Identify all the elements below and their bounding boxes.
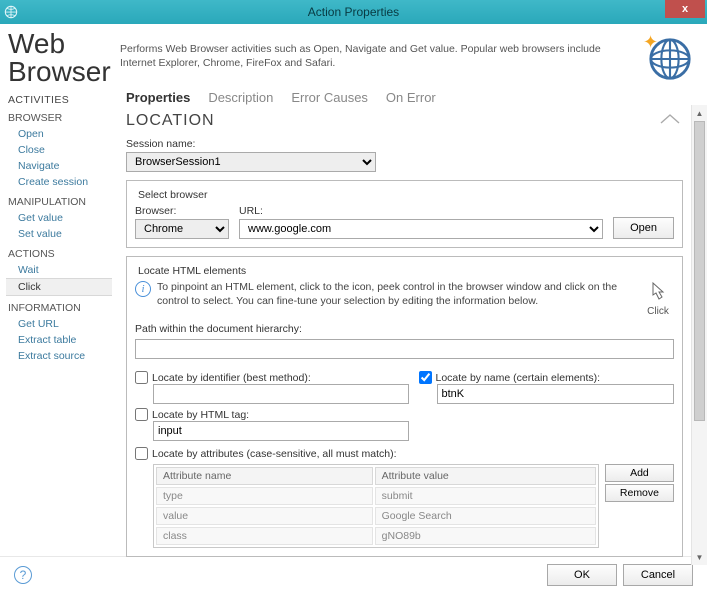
by-attr-checkbox[interactable] bbox=[135, 447, 148, 460]
by-name-input[interactable] bbox=[437, 384, 675, 404]
browser-label: Browser: bbox=[135, 205, 229, 217]
locate-legend: Locate HTML elements bbox=[135, 265, 249, 277]
sidebar-item-get-value[interactable]: Get value bbox=[8, 210, 112, 226]
locate-info-text: To pinpoint an HTML element, click to th… bbox=[157, 281, 636, 308]
tab-description[interactable]: Description bbox=[208, 90, 273, 105]
attr-value-header: Attribute value bbox=[375, 467, 596, 485]
click-picker[interactable]: Click bbox=[642, 281, 674, 317]
sidebar-group-label: INFORMATION bbox=[8, 302, 112, 314]
sidebar-item-create-session[interactable]: Create session bbox=[8, 174, 112, 190]
url-label: URL: bbox=[239, 205, 603, 217]
sparkle-icon: ✦ bbox=[643, 32, 658, 53]
sidebar-item-open[interactable]: Open bbox=[8, 126, 112, 142]
attributes-table: Attribute name Attribute value typesubmi… bbox=[153, 464, 599, 548]
click-label: Click bbox=[642, 306, 674, 317]
titlebar: Action Properties x bbox=[0, 0, 707, 24]
close-button[interactable]: x bbox=[665, 0, 705, 18]
tab-error-causes[interactable]: Error Causes bbox=[291, 90, 368, 105]
session-label: Session name: bbox=[126, 138, 683, 150]
sidebar-item-click[interactable]: Click bbox=[6, 278, 112, 296]
scroll-up-arrow[interactable]: ▲ bbox=[692, 105, 707, 121]
sidebar-item-extract-source[interactable]: Extract source bbox=[8, 348, 112, 364]
sidebar-item-set-value[interactable]: Set value bbox=[8, 226, 112, 242]
by-tag-label: Locate by HTML tag: bbox=[152, 409, 249, 421]
scroll-thumb[interactable] bbox=[694, 121, 705, 421]
info-icon: i bbox=[135, 281, 151, 297]
sidebar-group-label: ACTIONS bbox=[8, 248, 112, 260]
locate-group: Locate HTML elements i To pinpoint an HT… bbox=[126, 256, 683, 557]
by-name-checkbox[interactable] bbox=[419, 371, 432, 384]
tabs: Properties Description Error Causes On Erro… bbox=[112, 90, 707, 105]
path-input[interactable] bbox=[135, 339, 674, 359]
url-input[interactable]: www.google.com bbox=[239, 219, 603, 239]
sidebar-item-wait[interactable]: Wait bbox=[8, 262, 112, 278]
page-heading: Web Browser bbox=[8, 30, 120, 86]
heading-line1: Web bbox=[8, 28, 65, 59]
vertical-scrollbar[interactable]: ▲ ▼ bbox=[691, 105, 707, 565]
sidebar-item-navigate[interactable]: Navigate bbox=[8, 158, 112, 174]
session-select[interactable]: BrowserSession1 bbox=[126, 152, 376, 172]
sidebar-group-label: MANIPULATION bbox=[8, 196, 112, 208]
by-attr-label: Locate by attributes (case-sensitive, al… bbox=[152, 448, 397, 460]
sidebar-item-get-url[interactable]: Get URL bbox=[8, 316, 112, 332]
attr-name-header: Attribute name bbox=[156, 467, 373, 485]
page-description: Performs Web Browser activities such as … bbox=[120, 30, 647, 70]
sidebar-item-extract-table[interactable]: Extract table bbox=[8, 332, 112, 348]
scroll-down-arrow[interactable]: ▼ bbox=[692, 549, 707, 565]
heading-line2: Browser bbox=[8, 56, 111, 87]
select-browser-group: Select browser Browser: Chrome URL: www.… bbox=[126, 180, 683, 248]
add-button[interactable]: Add bbox=[605, 464, 674, 482]
by-id-input[interactable] bbox=[153, 384, 409, 404]
content-panel: LOCATION Session name: BrowserSession1 S… bbox=[112, 105, 691, 565]
by-id-checkbox[interactable] bbox=[135, 371, 148, 384]
tab-on-error[interactable]: On Error bbox=[386, 90, 436, 105]
sidebar: ACTIVITIES BROWSER OpenCloseNavigateCreat… bbox=[0, 90, 112, 556]
tab-properties[interactable]: Properties bbox=[126, 90, 190, 105]
by-tag-checkbox[interactable] bbox=[135, 408, 148, 421]
cancel-button[interactable]: Cancel bbox=[623, 564, 693, 586]
select-browser-legend: Select browser bbox=[135, 189, 210, 201]
by-name-label: Locate by name (certain elements): bbox=[436, 372, 601, 384]
open-button[interactable]: Open bbox=[613, 217, 674, 239]
browser-globe-icon: ✦ bbox=[647, 36, 693, 82]
browser-select[interactable]: Chrome bbox=[135, 219, 229, 239]
path-label: Path within the document hierarchy: bbox=[135, 323, 674, 335]
by-id-label: Locate by identifier (best method): bbox=[152, 372, 311, 384]
sidebar-item-close[interactable]: Close bbox=[8, 142, 112, 158]
remove-button[interactable]: Remove bbox=[605, 484, 674, 502]
table-row[interactable]: classgNO89b bbox=[156, 527, 596, 545]
window-title: Action Properties bbox=[308, 5, 399, 19]
sidebar-group-label: BROWSER bbox=[8, 112, 112, 124]
collapse-toggle[interactable] bbox=[657, 111, 683, 130]
by-tag-input[interactable] bbox=[153, 421, 409, 441]
table-row[interactable]: valueGoogle Search bbox=[156, 507, 596, 525]
header: Web Browser Performs Web Browser activit… bbox=[0, 24, 707, 90]
help-icon[interactable]: ? bbox=[14, 566, 32, 584]
section-title: LOCATION bbox=[126, 112, 657, 130]
globe-icon bbox=[0, 5, 22, 19]
ok-button[interactable]: OK bbox=[547, 564, 617, 586]
sidebar-heading: ACTIVITIES bbox=[8, 94, 112, 106]
table-row[interactable]: typesubmit bbox=[156, 487, 596, 505]
